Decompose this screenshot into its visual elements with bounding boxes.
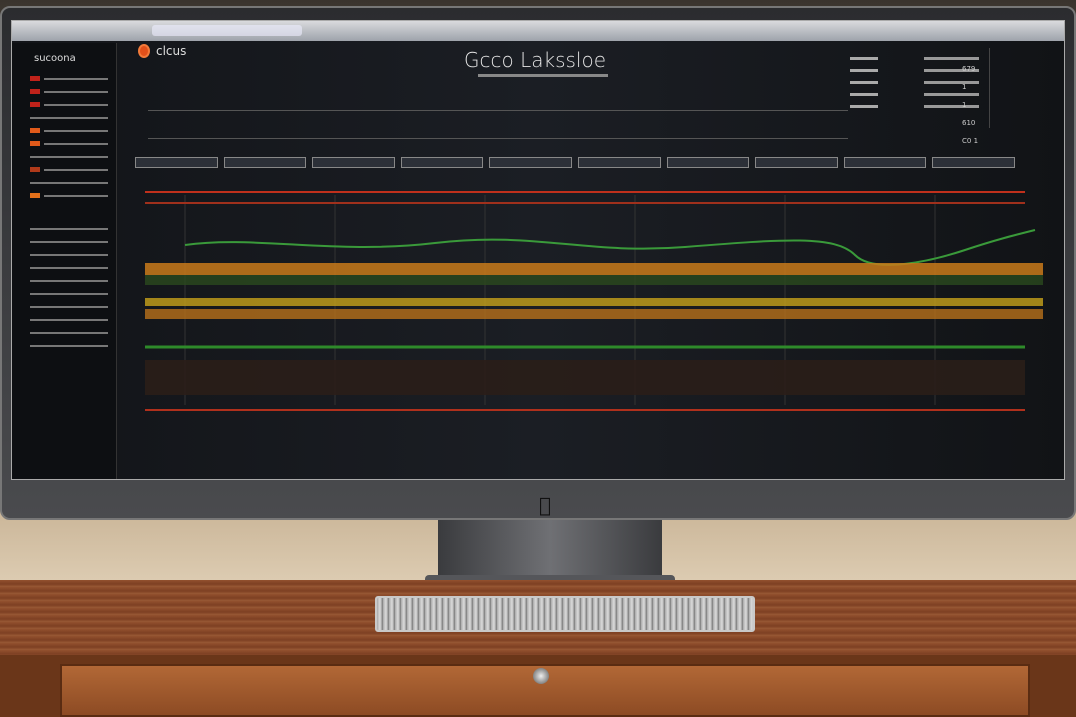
apple-logo-icon: 	[539, 493, 551, 517]
browser-toolbar	[12, 21, 1064, 41]
sidebar-item[interactable]	[30, 165, 108, 174]
address-bar[interactable]	[152, 25, 302, 36]
keyboard[interactable]	[375, 596, 755, 632]
filter-chip[interactable]	[577, 157, 661, 168]
sidebar-item[interactable]	[30, 341, 108, 350]
filter-chip[interactable]	[843, 157, 927, 168]
filter-chip[interactable]	[932, 157, 1015, 168]
sidebar-item[interactable]	[30, 237, 108, 246]
sidebar-item[interactable]	[30, 328, 108, 337]
item-icon	[30, 76, 40, 81]
page-subtitle	[478, 74, 608, 77]
sidebar-item[interactable]	[30, 224, 108, 233]
sidebar-item[interactable]	[30, 100, 108, 109]
sidebar-item[interactable]	[30, 74, 108, 83]
divider	[148, 138, 848, 139]
sidebar-item[interactable]	[30, 139, 108, 148]
sidebar-item[interactable]	[30, 302, 108, 311]
filter-chip[interactable]	[400, 157, 484, 168]
stat-value: 1	[962, 83, 967, 91]
drawer-knob[interactable]	[533, 668, 549, 684]
series-orange-band	[145, 263, 1043, 275]
sidebar-item[interactable]	[30, 191, 108, 200]
filter-chip[interactable]	[135, 157, 218, 168]
series-green-band	[145, 275, 1043, 285]
logo-icon	[138, 44, 150, 58]
stat-value: 679	[962, 65, 976, 73]
item-icon	[30, 89, 40, 94]
chart	[145, 191, 1043, 411]
sidebar-item[interactable]	[30, 263, 108, 272]
stats-values: 679 1 1 610 C0 1	[962, 60, 978, 150]
sidebar-item[interactable]	[30, 289, 108, 298]
sidebar-item[interactable]	[30, 178, 108, 187]
sidebar-item[interactable]	[30, 315, 108, 324]
sidebar-item[interactable]	[30, 276, 108, 285]
sidebar-item[interactable]	[30, 250, 108, 259]
item-icon	[30, 102, 40, 107]
item-icon	[30, 193, 40, 198]
series-orange-band-2	[145, 309, 1043, 319]
item-icon	[30, 141, 40, 146]
stat-value: 1	[962, 101, 967, 109]
filter-toolbar	[135, 157, 1015, 169]
sidebar: sucoona	[12, 43, 117, 479]
app-logo[interactable]: clcus	[138, 44, 186, 58]
series-yellow-band	[145, 298, 1043, 306]
filter-chip[interactable]	[755, 157, 838, 168]
divider	[148, 110, 848, 111]
sidebar-item[interactable]	[30, 87, 108, 96]
filter-chip[interactable]	[666, 157, 750, 168]
filter-chip[interactable]	[223, 157, 307, 168]
sidebar-item[interactable]	[30, 113, 108, 122]
sidebar-item[interactable]	[30, 152, 108, 161]
filter-chip[interactable]	[312, 157, 395, 168]
logo-text: clcus	[156, 44, 187, 58]
stat-value: C0 1	[962, 137, 979, 145]
sidebar-item[interactable]	[30, 126, 108, 135]
page-title: Gcco Lakssloe	[464, 48, 607, 72]
sidebar-title: sucoona	[34, 53, 76, 64]
filter-chip[interactable]	[489, 157, 572, 168]
series-green-curve	[184, 229, 1036, 266]
stat-value: 610	[962, 119, 976, 127]
item-icon	[30, 128, 40, 133]
item-icon	[30, 167, 40, 172]
series-brown-band	[145, 360, 1025, 395]
